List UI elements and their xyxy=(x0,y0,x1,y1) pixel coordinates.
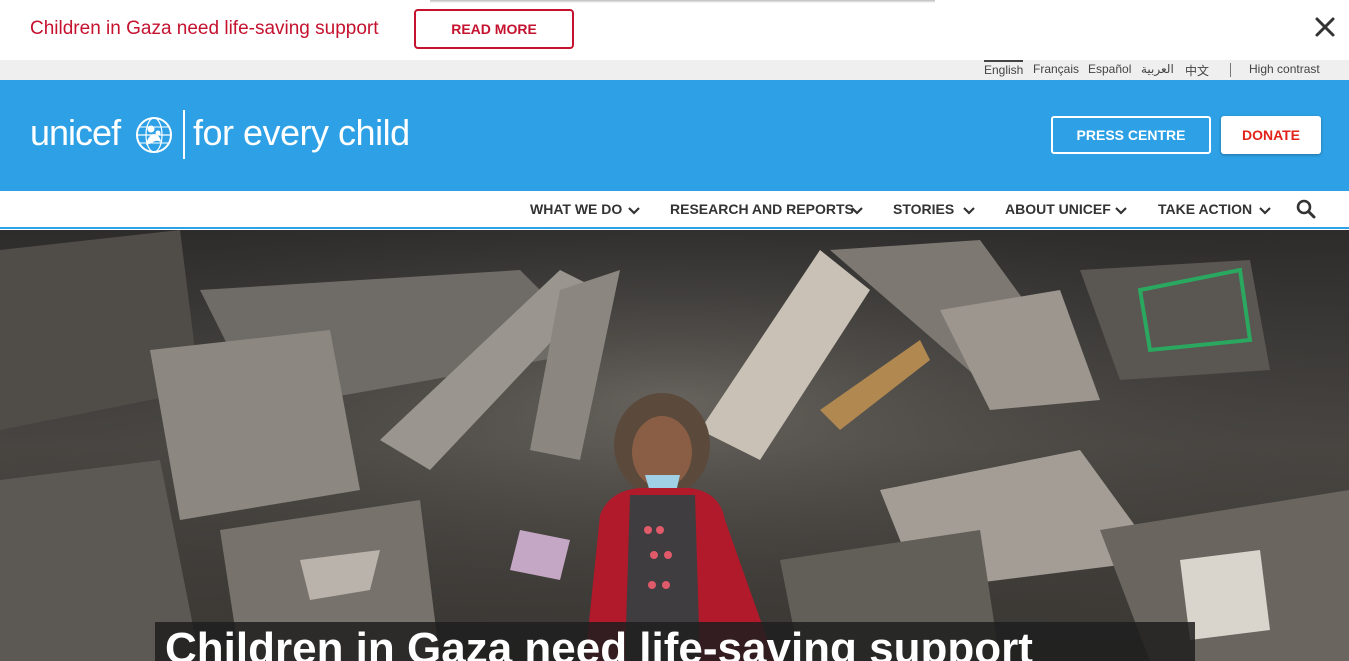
chevron-down-icon[interactable] xyxy=(1114,203,1128,215)
language-chinese[interactable]: 中文 xyxy=(1185,62,1209,79)
search-icon[interactable] xyxy=(1296,199,1316,219)
utility-bar: English Français Español العربية 中文 High… xyxy=(0,60,1349,80)
language-spanish[interactable]: Español xyxy=(1088,62,1131,76)
nav-item-what-we-do[interactable]: WHAT WE DO xyxy=(530,201,622,217)
alert-message[interactable]: Children in Gaza need life-saving suppor… xyxy=(30,18,379,40)
utility-divider xyxy=(1230,63,1231,77)
close-icon[interactable] xyxy=(1312,14,1338,40)
read-more-button[interactable]: READ MORE xyxy=(414,9,574,49)
hero-title[interactable]: Children in Gaza need life-saving suppor… xyxy=(165,622,1033,661)
nav-item-take-action[interactable]: TAKE ACTION xyxy=(1158,201,1252,217)
chevron-down-icon[interactable] xyxy=(962,203,976,215)
nav-item-stories[interactable]: STORIES xyxy=(893,201,954,217)
main-nav: WHAT WE DO RESEARCH AND REPORTS STORIES … xyxy=(0,191,1349,229)
logo-divider xyxy=(183,110,185,159)
logo-wordmark: unicef xyxy=(30,112,121,153)
language-french[interactable]: Français xyxy=(1033,62,1079,76)
site-header: unicef for every child PRESS CENTRE DONA… xyxy=(0,80,1349,191)
nav-item-research-and-reports[interactable]: RESEARCH AND REPORTS xyxy=(670,201,854,217)
chevron-down-icon[interactable] xyxy=(850,203,864,215)
nav-item-about-unicef[interactable]: ABOUT UNICEF xyxy=(1005,201,1111,217)
language-english[interactable]: English xyxy=(984,60,1024,77)
high-contrast-toggle[interactable]: High contrast xyxy=(1249,62,1320,76)
hero-banner[interactable]: Children in Gaza need life-saving suppor… xyxy=(0,230,1349,661)
donate-button[interactable]: DONATE xyxy=(1221,116,1321,154)
logo-tagline: for every child xyxy=(193,112,410,153)
press-centre-button[interactable]: PRESS CENTRE xyxy=(1051,116,1211,154)
dropdown-shadow xyxy=(430,0,935,3)
language-arabic[interactable]: العربية xyxy=(1141,62,1174,76)
hero-image xyxy=(0,230,1349,661)
alert-banner: Children in Gaza need life-saving suppor… xyxy=(0,0,1349,60)
chevron-down-icon[interactable] xyxy=(627,203,641,215)
unicef-emblem-icon xyxy=(134,115,174,155)
chevron-down-icon[interactable] xyxy=(1258,203,1272,215)
